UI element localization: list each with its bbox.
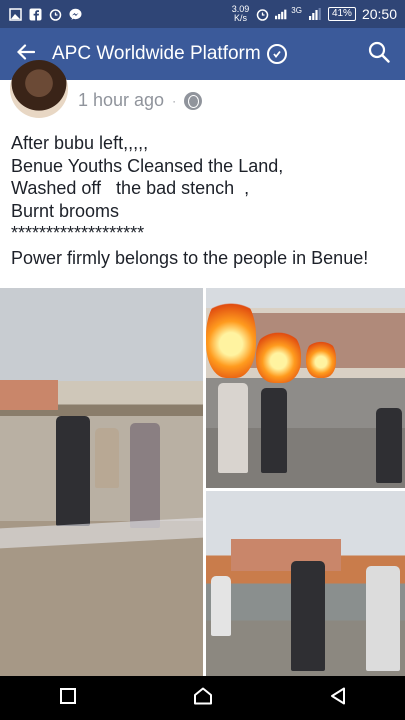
notification-icons	[8, 7, 82, 21]
recents-button[interactable]	[38, 676, 98, 720]
alarm-icon	[48, 7, 62, 21]
globe-icon	[184, 91, 203, 110]
avatar[interactable]	[10, 60, 68, 118]
post-line: Benue Youths Cleansed the Land,	[11, 155, 284, 176]
gallery-icon	[8, 7, 22, 21]
network-type: 3G	[291, 5, 302, 15]
photo-grid	[0, 288, 405, 676]
network-speed: 3.09 K/s	[232, 5, 250, 23]
triangle-back-icon	[330, 687, 346, 710]
post-line: Power firmly belongs to the people in Be…	[11, 247, 369, 268]
status-bar: 3.09 K/s 3G 41% 20:50	[0, 0, 405, 28]
post-meta[interactable]: 1 hour ago ·	[78, 90, 203, 111]
search-icon	[368, 41, 390, 68]
post-line: After bubu left,,,,,	[11, 133, 149, 153]
meta-separator: ·	[172, 93, 177, 108]
post-body: After bubu left,,,,, Benue Youths Cleans…	[11, 132, 401, 269]
page-title-text: APC Worldwide Platform	[52, 43, 261, 64]
network-speed-unit: K/s	[233, 13, 247, 23]
post-line: Burnt brooms	[11, 200, 120, 221]
facebook-icon	[28, 7, 42, 21]
square-icon	[59, 687, 76, 709]
photo-sweeping-youths[interactable]	[0, 288, 203, 676]
navigation-bar	[0, 676, 405, 720]
signal-icon	[275, 7, 289, 21]
alarm-clock-icon	[255, 7, 269, 21]
battery-indicator: 41%	[327, 7, 356, 21]
photo-burning-brooms[interactable]	[206, 288, 405, 488]
home-button[interactable]	[173, 676, 233, 720]
post-line: *******************	[11, 223, 145, 243]
page-title[interactable]: APC Worldwide Platform	[52, 43, 287, 65]
post-header: 1 hour ago ·	[0, 60, 405, 122]
status-time: 20:50	[361, 6, 397, 22]
signal-2-icon	[308, 7, 322, 21]
post-time: 1 hour ago	[78, 90, 165, 110]
photo-sweeping-with-official[interactable]	[206, 491, 405, 676]
back-nav-button[interactable]	[308, 676, 368, 720]
search-button[interactable]	[353, 28, 405, 80]
verified-badge-icon	[266, 44, 287, 64]
home-icon	[193, 687, 213, 710]
messenger-icon	[68, 7, 82, 21]
post-line: Washed off the bad stench ,	[11, 178, 250, 198]
